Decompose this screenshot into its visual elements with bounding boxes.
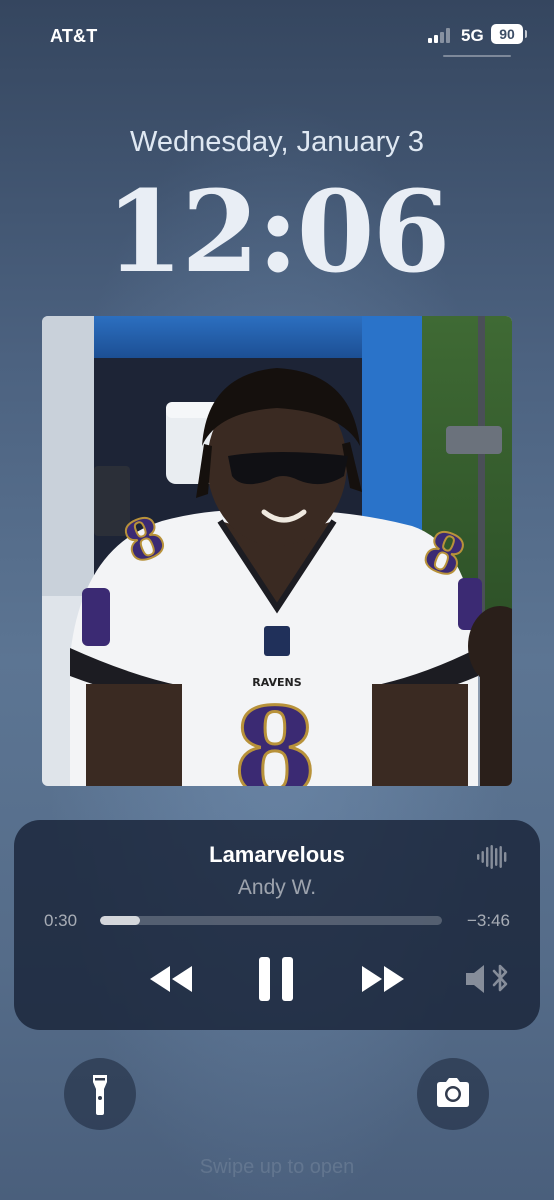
flashlight-button[interactable] <box>64 1058 136 1130</box>
playback-scrubber[interactable] <box>100 916 442 925</box>
lock-screen-date: Wednesday, January 3 <box>130 126 424 158</box>
track-artist: Andy W. <box>237 876 317 899</box>
album-artwork-image: 8 8 RAVENS 8 <box>42 316 512 786</box>
flashlight-icon <box>93 1075 107 1115</box>
camera-button[interactable] <box>417 1058 489 1130</box>
network-type-label: 5G <box>461 26 484 45</box>
speaker-bluetooth-icon <box>466 964 508 993</box>
control-center-indicator[interactable] <box>443 55 511 57</box>
rewind-icon <box>150 966 192 992</box>
album-artwork[interactable]: 8 8 RAVENS 8 <box>42 316 512 786</box>
fast-forward-button[interactable] <box>358 962 408 996</box>
battery-indicator: 90 <box>491 24 527 44</box>
remaining-time: −3:46 <box>466 911 510 930</box>
status-bar: AT&T 5G 90 <box>0 0 554 70</box>
pause-button[interactable] <box>254 955 298 1003</box>
camera-icon <box>437 1078 469 1107</box>
cellular-signal-icon <box>428 27 454 43</box>
rewind-button[interactable] <box>146 962 196 996</box>
carrier-label: AT&T <box>50 26 98 46</box>
fast-forward-icon <box>362 966 404 992</box>
swipe-up-hint: Swipe up to open <box>199 1156 355 1178</box>
jersey-number-text: 8 <box>233 682 317 786</box>
pause-icon <box>259 957 293 1001</box>
waveform-icon[interactable] <box>476 844 508 870</box>
playback-progress-fill <box>100 916 140 925</box>
now-playing-widget[interactable]: Lamarvelous Andy W. 0:30 −3:46 <box>14 820 540 1030</box>
elapsed-time: 0:30 <box>44 911 78 930</box>
track-title: Lamarvelous <box>209 842 345 867</box>
lock-screen-clock: 12:06 <box>105 167 450 298</box>
audio-output-button[interactable] <box>464 962 512 996</box>
